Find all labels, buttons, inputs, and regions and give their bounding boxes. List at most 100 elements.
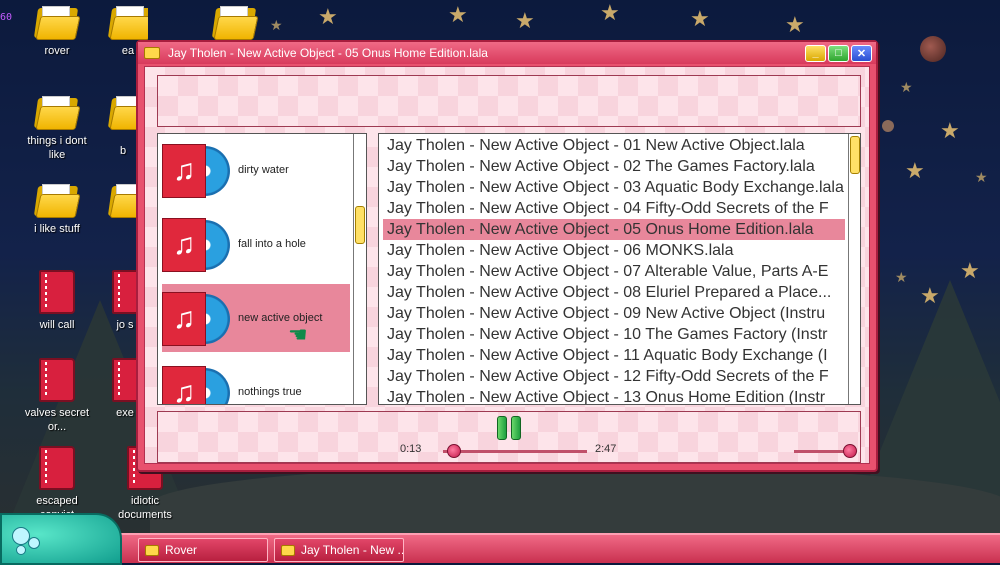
notebook-icon <box>112 270 138 314</box>
taskbar-button-player[interactable]: Jay Tholen - New ... <box>274 538 404 562</box>
star-decoration: ★ <box>600 0 620 25</box>
music-cd-icon: ♫ <box>162 288 230 348</box>
track-row[interactable]: Jay Tholen - New Active Object - 11 Aqua… <box>383 345 845 366</box>
maximize-button[interactable]: □ <box>828 44 849 62</box>
music-cd-icon: ♫ <box>162 362 230 404</box>
taskbar-button-rover[interactable]: Rover <box>138 538 268 562</box>
folder-icon <box>33 96 81 130</box>
desktop-icon-label: i like stuff <box>34 223 80 235</box>
pause-button[interactable] <box>497 416 521 440</box>
folder-icon <box>33 6 81 40</box>
desktop-icon-folder[interactable] <box>198 6 272 44</box>
star-decoration: ★ <box>975 169 988 185</box>
folder-icon <box>211 6 259 40</box>
desktop-icon-will-call[interactable]: will call <box>20 270 94 332</box>
desktop-icon-exe[interactable]: exe <box>112 358 138 420</box>
desktop-icon-things-i-dont-like[interactable]: things i dont like <box>20 96 94 162</box>
desktop-icon-valves-secret[interactable]: valves secret or... <box>20 358 94 434</box>
desktop-icon-escaped-convict[interactable]: escaped convict <box>20 446 94 522</box>
volume-slider[interactable] <box>794 444 857 458</box>
desktop-icon-label: jo s <box>116 319 134 331</box>
track-list: Jay Tholen - New Active Object - 01 New … <box>378 133 861 405</box>
desktop-icon-b[interactable]: b <box>108 96 138 158</box>
folder-icon <box>33 184 81 218</box>
folder-icon <box>108 184 138 218</box>
track-row[interactable]: Jay Tholen - New Active Object - 03 Aqua… <box>383 177 845 198</box>
track-row[interactable]: Jay Tholen - New Active Object - 01 New … <box>383 135 845 156</box>
taskbar-button-label: Rover <box>165 543 198 557</box>
star-decoration: ★ <box>905 158 925 183</box>
album-name: new active object <box>238 312 323 324</box>
folder-icon <box>108 96 138 130</box>
desktop-icon-label: things i dont like <box>27 135 87 161</box>
planet-decoration <box>920 36 946 62</box>
star-decoration: ★ <box>690 6 710 31</box>
album-scrollbar[interactable] <box>353 134 365 404</box>
window-title: Jay Tholen - New Active Object - 05 Onus… <box>168 46 488 60</box>
album-name: fall into a hole <box>238 238 306 250</box>
star-decoration: ★ <box>318 4 338 29</box>
pause-icon <box>497 416 507 440</box>
taskbar-button-label: Jay Tholen - New ... <box>301 543 404 557</box>
minimize-button[interactable]: _ <box>805 44 826 62</box>
close-button[interactable]: ✕ <box>851 44 872 62</box>
track-row[interactable]: Jay Tholen - New Active Object - 10 The … <box>383 324 845 345</box>
top-display-panel <box>157 75 861 127</box>
hand-cursor-icon: ☚ <box>288 322 308 347</box>
music-cd-icon: ♫ <box>162 140 230 200</box>
track-row[interactable]: Jay Tholen - New Active Object - 13 Onus… <box>383 387 845 404</box>
player-body: ♫ dirty water ♫ fall into a hole ♫ new a… <box>144 66 870 464</box>
desktop-icon-label: exe <box>116 407 134 419</box>
star-decoration: ★ <box>940 118 960 143</box>
album-item[interactable]: ♫ dirty water <box>162 136 350 204</box>
album-item[interactable]: ♫ nothings true <box>162 358 350 404</box>
track-row[interactable]: Jay Tholen - New Active Object - 12 Fift… <box>383 366 845 387</box>
tree-decoration <box>860 280 1000 500</box>
album-list: ♫ dirty water ♫ fall into a hole ♫ new a… <box>157 133 367 405</box>
album-item[interactable]: ♫ fall into a hole <box>162 210 350 278</box>
window-titlebar[interactable]: Jay Tholen - New Active Object - 05 Onus… <box>138 42 876 64</box>
track-row[interactable]: Jay Tholen - New Active Object - 08 Elur… <box>383 282 845 303</box>
planet-decoration <box>882 120 894 132</box>
corner-counter: 60 <box>0 12 13 23</box>
track-row-selected[interactable]: Jay Tholen - New Active Object - 05 Onus… <box>383 219 845 240</box>
desktop-icon-i-like-stuff[interactable]: i like stuff <box>20 184 94 236</box>
folder-icon <box>144 47 160 59</box>
notebook-icon <box>112 358 138 402</box>
elapsed-time: 0:13 <box>400 443 422 455</box>
notebook-icon <box>39 270 75 314</box>
desktop-icon-folder-partial[interactable] <box>108 184 138 222</box>
duration-time: 2:47 <box>595 443 617 455</box>
star-decoration: ★ <box>448 2 468 27</box>
folder-icon <box>108 6 148 40</box>
music-player-window: Jay Tholen - New Active Object - 05 Onus… <box>136 40 878 472</box>
music-cd-icon: ♫ <box>162 214 230 274</box>
album-name: dirty water <box>238 164 289 176</box>
track-row[interactable]: Jay Tholen - New Active Object - 02 The … <box>383 156 845 177</box>
notebook-icon <box>39 358 75 402</box>
album-scrollbar-thumb[interactable] <box>355 206 365 244</box>
star-decoration: ★ <box>960 258 980 283</box>
star-decoration: ★ <box>785 12 805 37</box>
seek-bar[interactable] <box>443 444 587 458</box>
desktop-icon-label: will call <box>39 319 75 331</box>
desktop-icon-rover[interactable]: rover <box>20 6 94 58</box>
star-decoration: ★ <box>900 79 913 95</box>
desktop-icon-label: idiotic documents <box>118 495 172 521</box>
track-row[interactable]: Jay Tholen - New Active Object - 04 Fift… <box>383 198 845 219</box>
track-row[interactable]: Jay Tholen - New Active Object - 06 MONK… <box>383 240 845 261</box>
transport-panel: 0:13 2:47 <box>157 411 861 463</box>
folder-icon <box>281 544 295 556</box>
track-scrollbar[interactable] <box>848 134 860 404</box>
notebook-icon <box>39 446 75 490</box>
track-row[interactable]: Jay Tholen - New Active Object - 09 New … <box>383 303 845 324</box>
desktop-icon-jo[interactable]: jo s <box>112 270 138 332</box>
track-row[interactable]: Jay Tholen - New Active Object - 07 Alte… <box>383 261 845 282</box>
desktop-icon-label: rover <box>44 45 70 57</box>
start-button[interactable] <box>0 513 122 565</box>
seek-knob[interactable] <box>447 444 462 458</box>
desktop-icon-label: valves secret or... <box>24 407 90 433</box>
volume-knob[interactable] <box>843 444 857 458</box>
track-scrollbar-thumb[interactable] <box>850 136 860 174</box>
album-item-selected[interactable]: ♫ new active object ☚ <box>162 284 350 352</box>
